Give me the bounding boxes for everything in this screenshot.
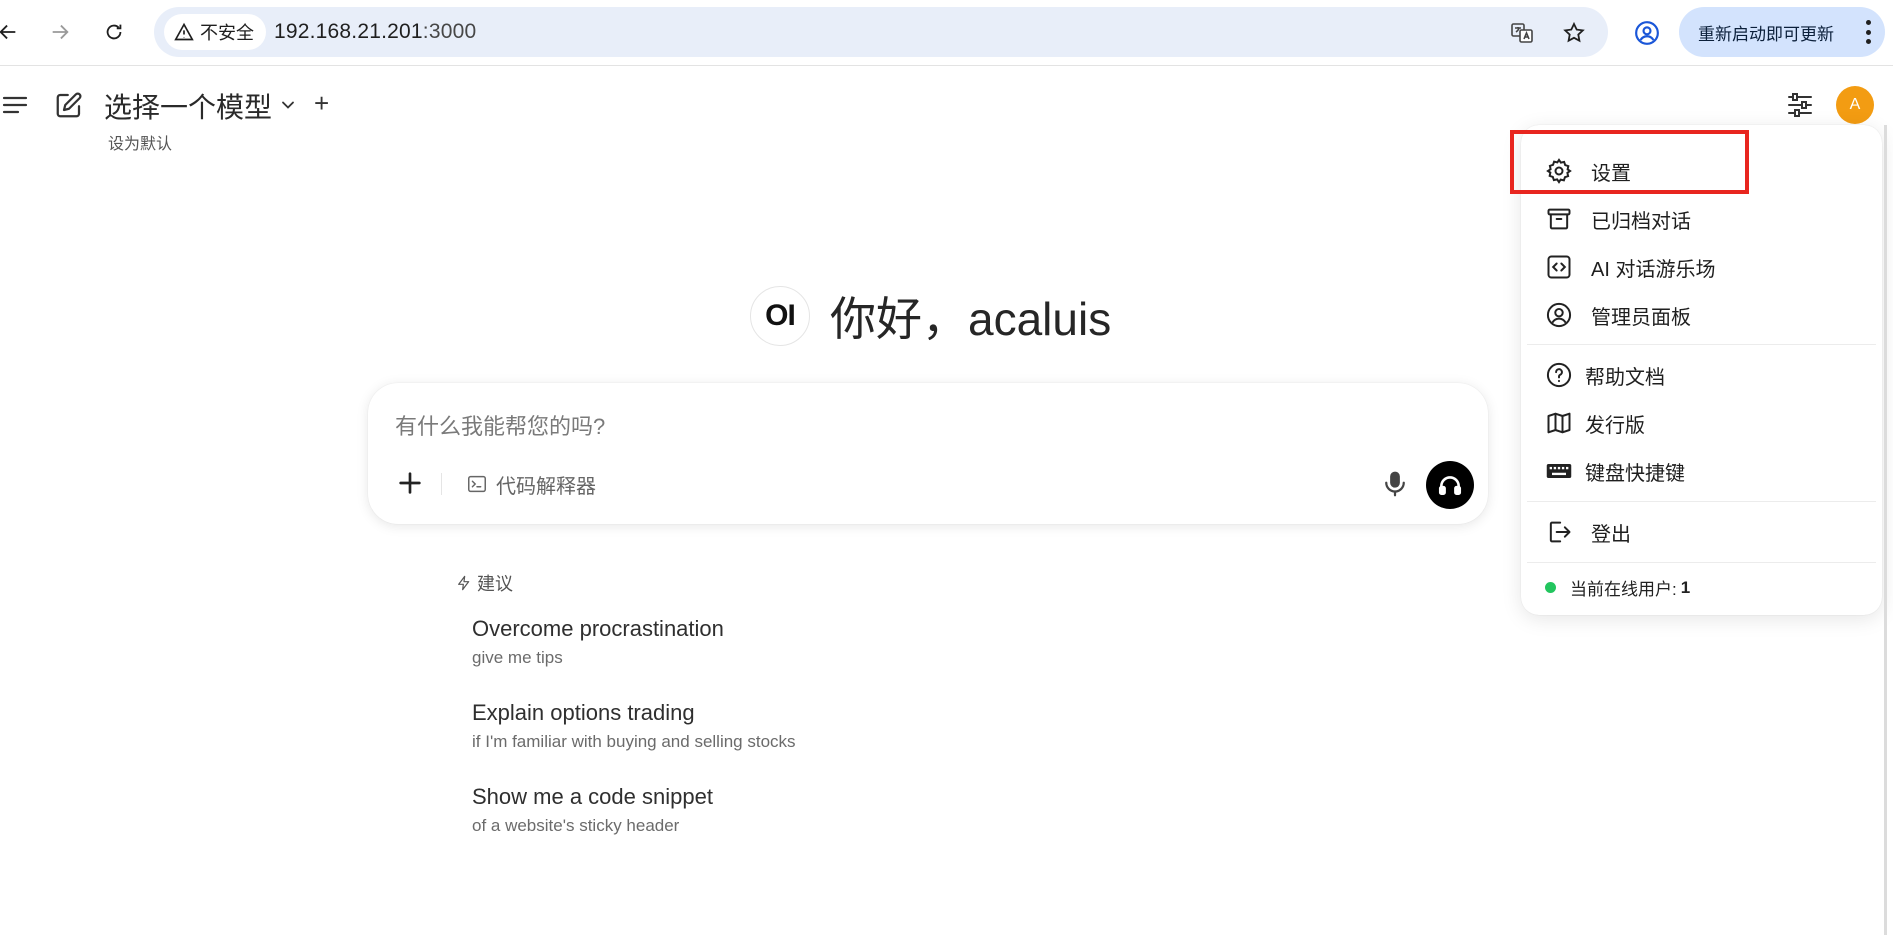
menu-item-logout[interactable]: 登出 — [1545, 514, 1631, 550]
attach-plus-icon[interactable] — [394, 467, 426, 499]
translate-icon[interactable] — [1508, 19, 1536, 47]
url-host: 192.168.21.201 — [274, 20, 423, 43]
greeting-text: 你好，acaluis — [830, 293, 1112, 345]
voice-mode-button[interactable] — [1426, 461, 1474, 509]
user-circle-icon — [1546, 302, 1572, 328]
avatar[interactable]: A — [1836, 86, 1874, 124]
menu-item-label: 发行版 — [1585, 414, 1645, 437]
security-label: 不安全 — [200, 23, 254, 43]
menu-item-label: 已归档对话 — [1591, 210, 1691, 233]
suggestion-subtitle: give me tips — [472, 648, 563, 667]
suggestion-title: Show me a code snippet — [472, 784, 713, 809]
update-button-label: 重新启动即可更新 — [1698, 24, 1834, 44]
code-interpreter-label: 代码解释器 — [496, 475, 596, 498]
menu-divider — [1527, 344, 1876, 345]
profile-icon[interactable] — [1630, 16, 1664, 50]
suggestion-item[interactable]: Show me a code snippet of a website's st… — [472, 784, 713, 836]
microphone-icon[interactable] — [1380, 469, 1410, 499]
map-icon — [1547, 412, 1571, 434]
suggestion-item[interactable]: Explain options trading if I'm familiar … — [472, 700, 796, 752]
terminal-icon — [468, 475, 486, 493]
update-button[interactable]: 重新启动即可更新 — [1679, 7, 1885, 57]
suggestion-subtitle: of a website's sticky header — [472, 816, 680, 835]
online-status-dot — [1545, 582, 1556, 593]
code-icon — [1547, 255, 1571, 279]
menu-divider — [1527, 562, 1876, 563]
greeting: OI 你好，acaluis — [750, 283, 1111, 349]
divider — [441, 473, 442, 495]
suggestion-subtitle: if I'm familiar with buying and selling … — [472, 732, 796, 751]
model-selector[interactable]: 选择一个模型 — [104, 86, 272, 126]
security-chip[interactable]: 不安全 — [164, 14, 266, 50]
suggestions-label: 建议 — [477, 574, 513, 594]
code-interpreter-toggle[interactable]: 代码解释器 — [466, 469, 596, 499]
chevron-down-icon[interactable] — [278, 95, 298, 115]
more-icon[interactable] — [1865, 20, 1871, 44]
menu-item-archived[interactable]: 已归档对话 — [1545, 201, 1691, 237]
reload-icon[interactable] — [96, 14, 132, 50]
bookmark-star-icon[interactable] — [1560, 19, 1588, 47]
menu-item-releases[interactable]: 发行版 — [1545, 405, 1645, 441]
menu-item-label: 登出 — [1591, 523, 1631, 546]
menu-item-admin-panel[interactable]: 管理员面板 — [1545, 297, 1691, 333]
warning-icon — [174, 22, 194, 41]
menu-item-label: 管理员面板 — [1591, 306, 1691, 329]
suggestion-title: Explain options trading — [472, 700, 695, 725]
menu-divider — [1527, 501, 1876, 502]
keyboard-icon — [1546, 464, 1572, 478]
message-input[interactable]: 有什么我能帮您的吗? — [395, 409, 605, 441]
add-model-button[interactable]: + — [314, 88, 329, 118]
online-users-count: 1 — [1680, 577, 1691, 597]
online-users-label: 当前在线用户: — [1570, 580, 1677, 599]
page-edge — [1884, 125, 1887, 935]
sidebar-toggle-icon[interactable] — [2, 92, 30, 118]
suggestion-item[interactable]: Overcome procrastination give me tips — [472, 616, 724, 668]
user-menu: 设置 已归档对话 AI 对话游乐场 管理员面板 帮助文档 发行版 键盘快捷键 登… — [1521, 125, 1882, 615]
openwebui-logo: OI — [750, 286, 810, 346]
browser-toolbar: 不安全 192.168.21.201:3000 重新启动即可更新 — [0, 0, 1893, 66]
menu-item-help[interactable]: 帮助文档 — [1545, 357, 1665, 393]
new-chat-icon[interactable] — [54, 90, 84, 120]
menu-item-playground[interactable]: AI 对话游乐场 — [1545, 249, 1715, 285]
menu-item-label: 键盘快捷键 — [1585, 462, 1685, 485]
menu-item-label: 帮助文档 — [1585, 366, 1665, 389]
online-users-status: 当前在线用户: 1 — [1545, 575, 1690, 600]
controls-sliders-icon[interactable] — [1786, 92, 1814, 118]
address-bar[interactable]: 不安全 192.168.21.201:3000 — [154, 7, 1608, 57]
set-default-link[interactable]: 设为默认 — [108, 130, 172, 154]
suggestion-title: Overcome procrastination — [472, 616, 724, 641]
menu-item-label: AI 对话游乐场 — [1591, 258, 1716, 281]
lightning-icon — [458, 575, 470, 591]
url-text[interactable]: 192.168.21.201:3000 — [274, 20, 476, 44]
menu-item-shortcuts[interactable]: 键盘快捷键 — [1545, 453, 1685, 489]
back-icon[interactable] — [0, 14, 26, 50]
settings-highlight-box — [1510, 130, 1749, 194]
forward-icon[interactable] — [42, 14, 78, 50]
suggestions-header: 建议 — [456, 570, 513, 596]
archive-icon — [1547, 208, 1571, 230]
logout-icon — [1549, 521, 1571, 543]
chat-composer: 有什么我能帮您的吗? 代码解释器 — [368, 383, 1488, 524]
headphones-icon — [1438, 476, 1462, 495]
url-port: :3000 — [422, 20, 477, 43]
help-icon — [1546, 362, 1572, 388]
